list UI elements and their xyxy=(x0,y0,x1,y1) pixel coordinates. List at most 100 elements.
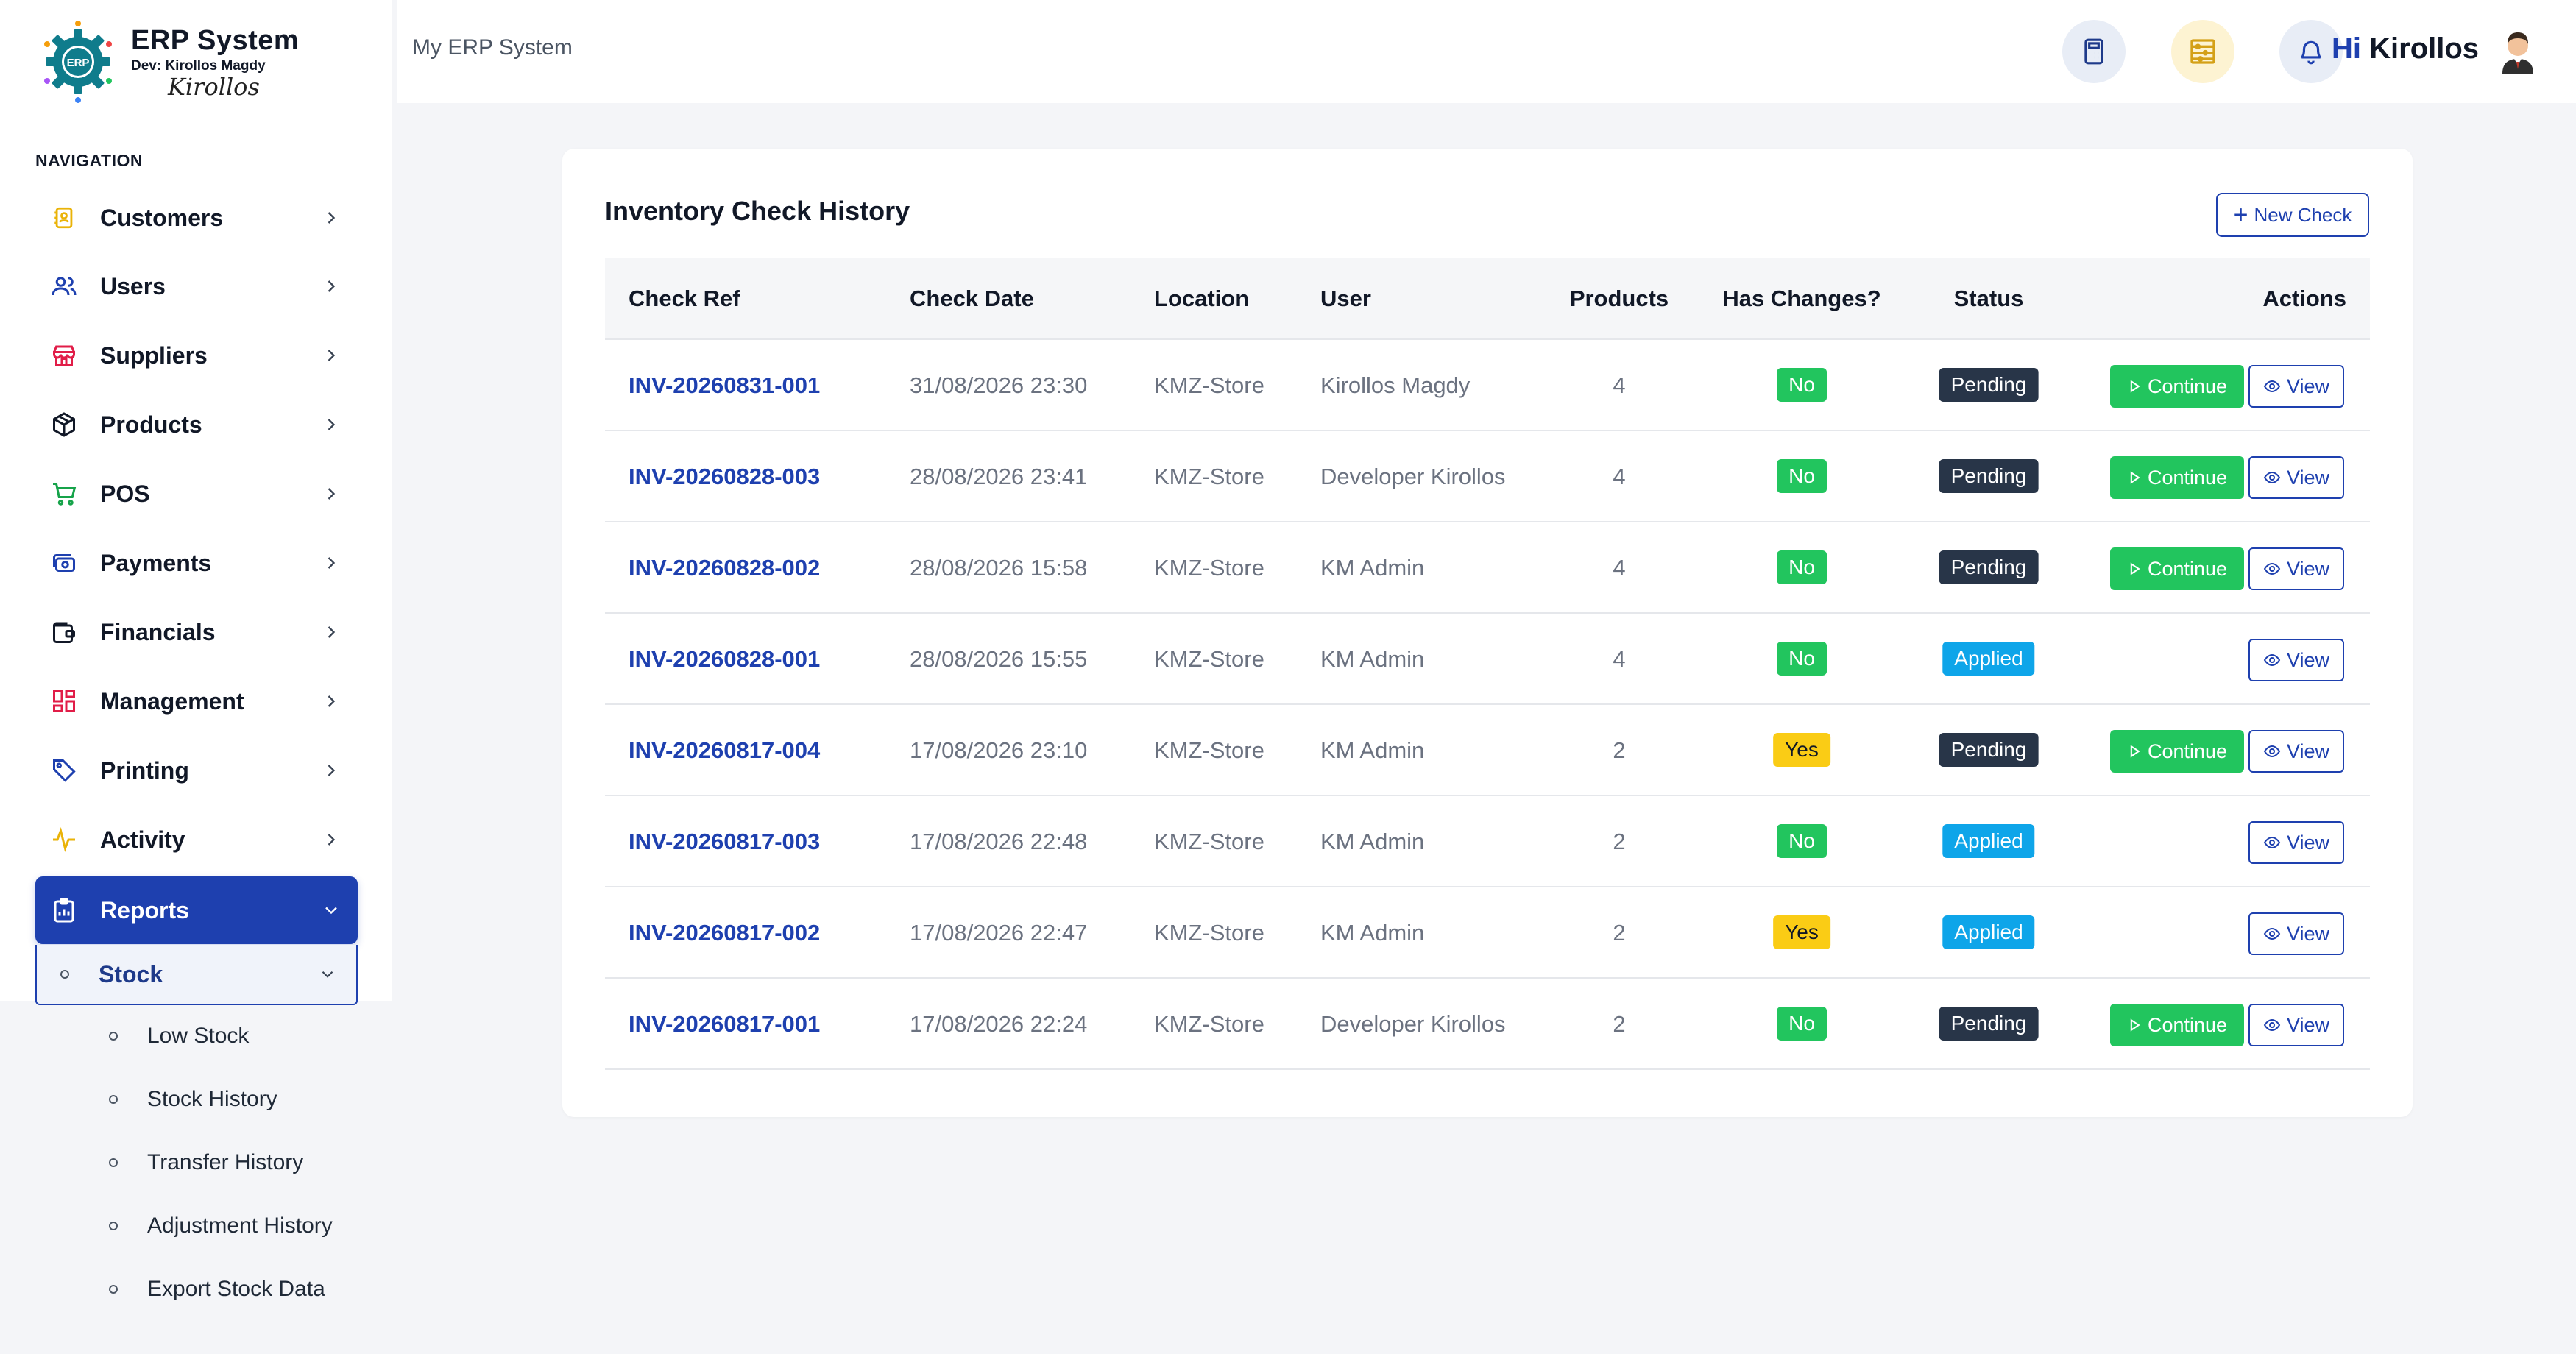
check-ref-link[interactable]: INV-20260817-003 xyxy=(629,829,820,855)
sidebar-item-users[interactable]: Users xyxy=(35,254,358,319)
calculator-button[interactable] xyxy=(2062,20,2126,83)
chevron-right-icon xyxy=(328,834,336,846)
continue-button[interactable]: Continue xyxy=(2110,365,2244,408)
continue-button[interactable]: Continue xyxy=(2110,730,2244,773)
view-button[interactable]: View xyxy=(2248,821,2344,864)
sidebar-subitem-stock[interactable]: Stock xyxy=(35,945,358,1005)
abacus-icon xyxy=(2190,39,2215,64)
user-name: Developer Kirollos xyxy=(1320,464,1506,489)
user-name: KM Admin xyxy=(1320,829,1425,854)
chevron-right-icon xyxy=(328,212,336,224)
play-icon xyxy=(2130,562,2140,575)
sidebar-item-activity[interactable]: Activity xyxy=(35,807,358,872)
user-name: KM Admin xyxy=(1320,920,1425,946)
col-user[interactable]: User xyxy=(1320,286,1371,312)
sidebar-item-label: Management xyxy=(100,687,244,715)
sub-link-adjustment-history[interactable]: Adjustment History xyxy=(109,1213,333,1238)
bullet-icon xyxy=(60,970,69,979)
payments-icon xyxy=(49,547,79,578)
top-header: My ERP System Hi Kirollos xyxy=(397,0,2576,103)
eye-icon xyxy=(2263,745,2281,758)
check-date: 17/08/2026 23:10 xyxy=(910,737,1088,763)
check-ref-link[interactable]: INV-20260817-004 xyxy=(629,737,820,764)
sidebar-item-reports[interactable]: Reports xyxy=(35,876,358,944)
chevron-right-icon xyxy=(328,280,336,292)
continue-button[interactable]: Continue xyxy=(2110,456,2244,499)
has-changes-badge: No xyxy=(1777,642,1827,676)
status-badge: Applied xyxy=(1942,642,2035,676)
check-ref-link[interactable]: INV-20260828-002 xyxy=(629,555,820,581)
products-count: 4 xyxy=(1613,372,1626,398)
continue-button[interactable]: Continue xyxy=(2110,1004,2244,1046)
sidebar-item-suppliers[interactable]: Suppliers xyxy=(35,323,358,388)
bullet-icon xyxy=(109,1158,118,1167)
sidebar-item-financials[interactable]: Financials xyxy=(35,600,358,664)
sidebar-item-customers[interactable]: Customers xyxy=(35,185,358,250)
view-button[interactable]: View xyxy=(2248,639,2344,681)
box-icon xyxy=(49,409,79,440)
view-button[interactable]: View xyxy=(2248,456,2344,499)
user-name: KM Admin xyxy=(1320,646,1425,672)
view-label: View xyxy=(2286,1013,2330,1036)
sub-link-label: Stock History xyxy=(147,1087,277,1111)
sidebar-item-products[interactable]: Products xyxy=(35,392,358,457)
location: KMZ-Store xyxy=(1154,646,1264,672)
chevron-right-icon xyxy=(328,350,336,361)
col-has-changes[interactable]: Has Changes? xyxy=(1722,286,1880,312)
gear-logo-icon: ERP xyxy=(44,21,112,103)
sub-link-transfer-history[interactable]: Transfer History xyxy=(109,1150,303,1175)
check-ref-link[interactable]: INV-20260817-001 xyxy=(629,1011,820,1038)
activity-icon xyxy=(49,824,79,855)
view-button[interactable]: View xyxy=(2248,1004,2344,1046)
sub-link-low-stock[interactable]: Low Stock xyxy=(109,1024,249,1049)
logo[interactable]: ERP ERP System Dev: Kirollos Magdy Kirol… xyxy=(35,19,299,104)
new-check-button[interactable]: + New Check xyxy=(2216,193,2369,237)
view-button[interactable]: View xyxy=(2248,547,2344,590)
check-ref-link[interactable]: INV-20260828-001 xyxy=(629,646,820,673)
view-button[interactable]: View xyxy=(2248,730,2344,773)
table-row: INV-20260828-002 28/08/2026 15:58 KMZ-St… xyxy=(605,522,2370,614)
table-row: INV-20260831-001 31/08/2026 23:30 KMZ-St… xyxy=(605,340,2370,431)
sidebar-item-payments[interactable]: Payments xyxy=(35,531,358,595)
sidebar-item-label: Customers xyxy=(100,204,224,231)
view-label: View xyxy=(2286,740,2330,762)
col-check-date[interactable]: Check Date xyxy=(910,286,1034,312)
view-label: View xyxy=(2286,557,2330,580)
check-ref-link[interactable]: INV-20260817-002 xyxy=(629,920,820,946)
sidebar-item-pos[interactable]: POS xyxy=(35,461,358,526)
sidebar-item-management[interactable]: Management xyxy=(35,669,358,734)
products-count: 4 xyxy=(1613,646,1626,672)
check-date: 17/08/2026 22:47 xyxy=(910,920,1088,946)
has-changes-badge: Yes xyxy=(1773,733,1830,767)
sub-link-stock-history[interactable]: Stock History xyxy=(109,1087,277,1112)
logo-badge: ERP xyxy=(67,57,90,69)
location: KMZ-Store xyxy=(1154,464,1264,489)
table-row: INV-20260817-003 17/08/2026 22:48 KMZ-St… xyxy=(605,796,2370,887)
bullet-icon xyxy=(109,1032,118,1041)
continue-label: Continue xyxy=(2147,1013,2228,1036)
play-icon xyxy=(2130,1018,2140,1032)
sidebar-item-label: Financials xyxy=(100,618,216,645)
user-name: KM Admin xyxy=(1320,555,1425,581)
play-icon xyxy=(2130,471,2140,484)
col-check-ref[interactable]: Check Ref xyxy=(629,286,740,312)
abacus-button[interactable] xyxy=(2171,20,2234,83)
calculator-icon xyxy=(2084,38,2103,65)
col-status[interactable]: Status xyxy=(1954,286,2024,312)
view-button[interactable]: View xyxy=(2248,365,2344,408)
sidebar-item-printing[interactable]: Printing xyxy=(35,738,358,803)
col-location[interactable]: Location xyxy=(1154,286,1249,312)
chevron-right-icon xyxy=(328,626,336,638)
check-ref-link[interactable]: INV-20260831-001 xyxy=(629,372,820,399)
check-ref-link[interactable]: INV-20260828-003 xyxy=(629,464,820,490)
col-products[interactable]: Products xyxy=(1570,286,1669,312)
view-label: View xyxy=(2286,648,2330,671)
location: KMZ-Store xyxy=(1154,829,1264,854)
view-button[interactable]: View xyxy=(2248,912,2344,955)
avatar[interactable] xyxy=(2492,24,2544,75)
view-label: View xyxy=(2286,375,2330,397)
continue-button[interactable]: Continue xyxy=(2110,547,2244,590)
status-badge: Pending xyxy=(1939,368,2039,402)
sub-link-export-stock-data[interactable]: Export Stock Data xyxy=(109,1277,325,1302)
bullet-icon xyxy=(109,1285,118,1294)
